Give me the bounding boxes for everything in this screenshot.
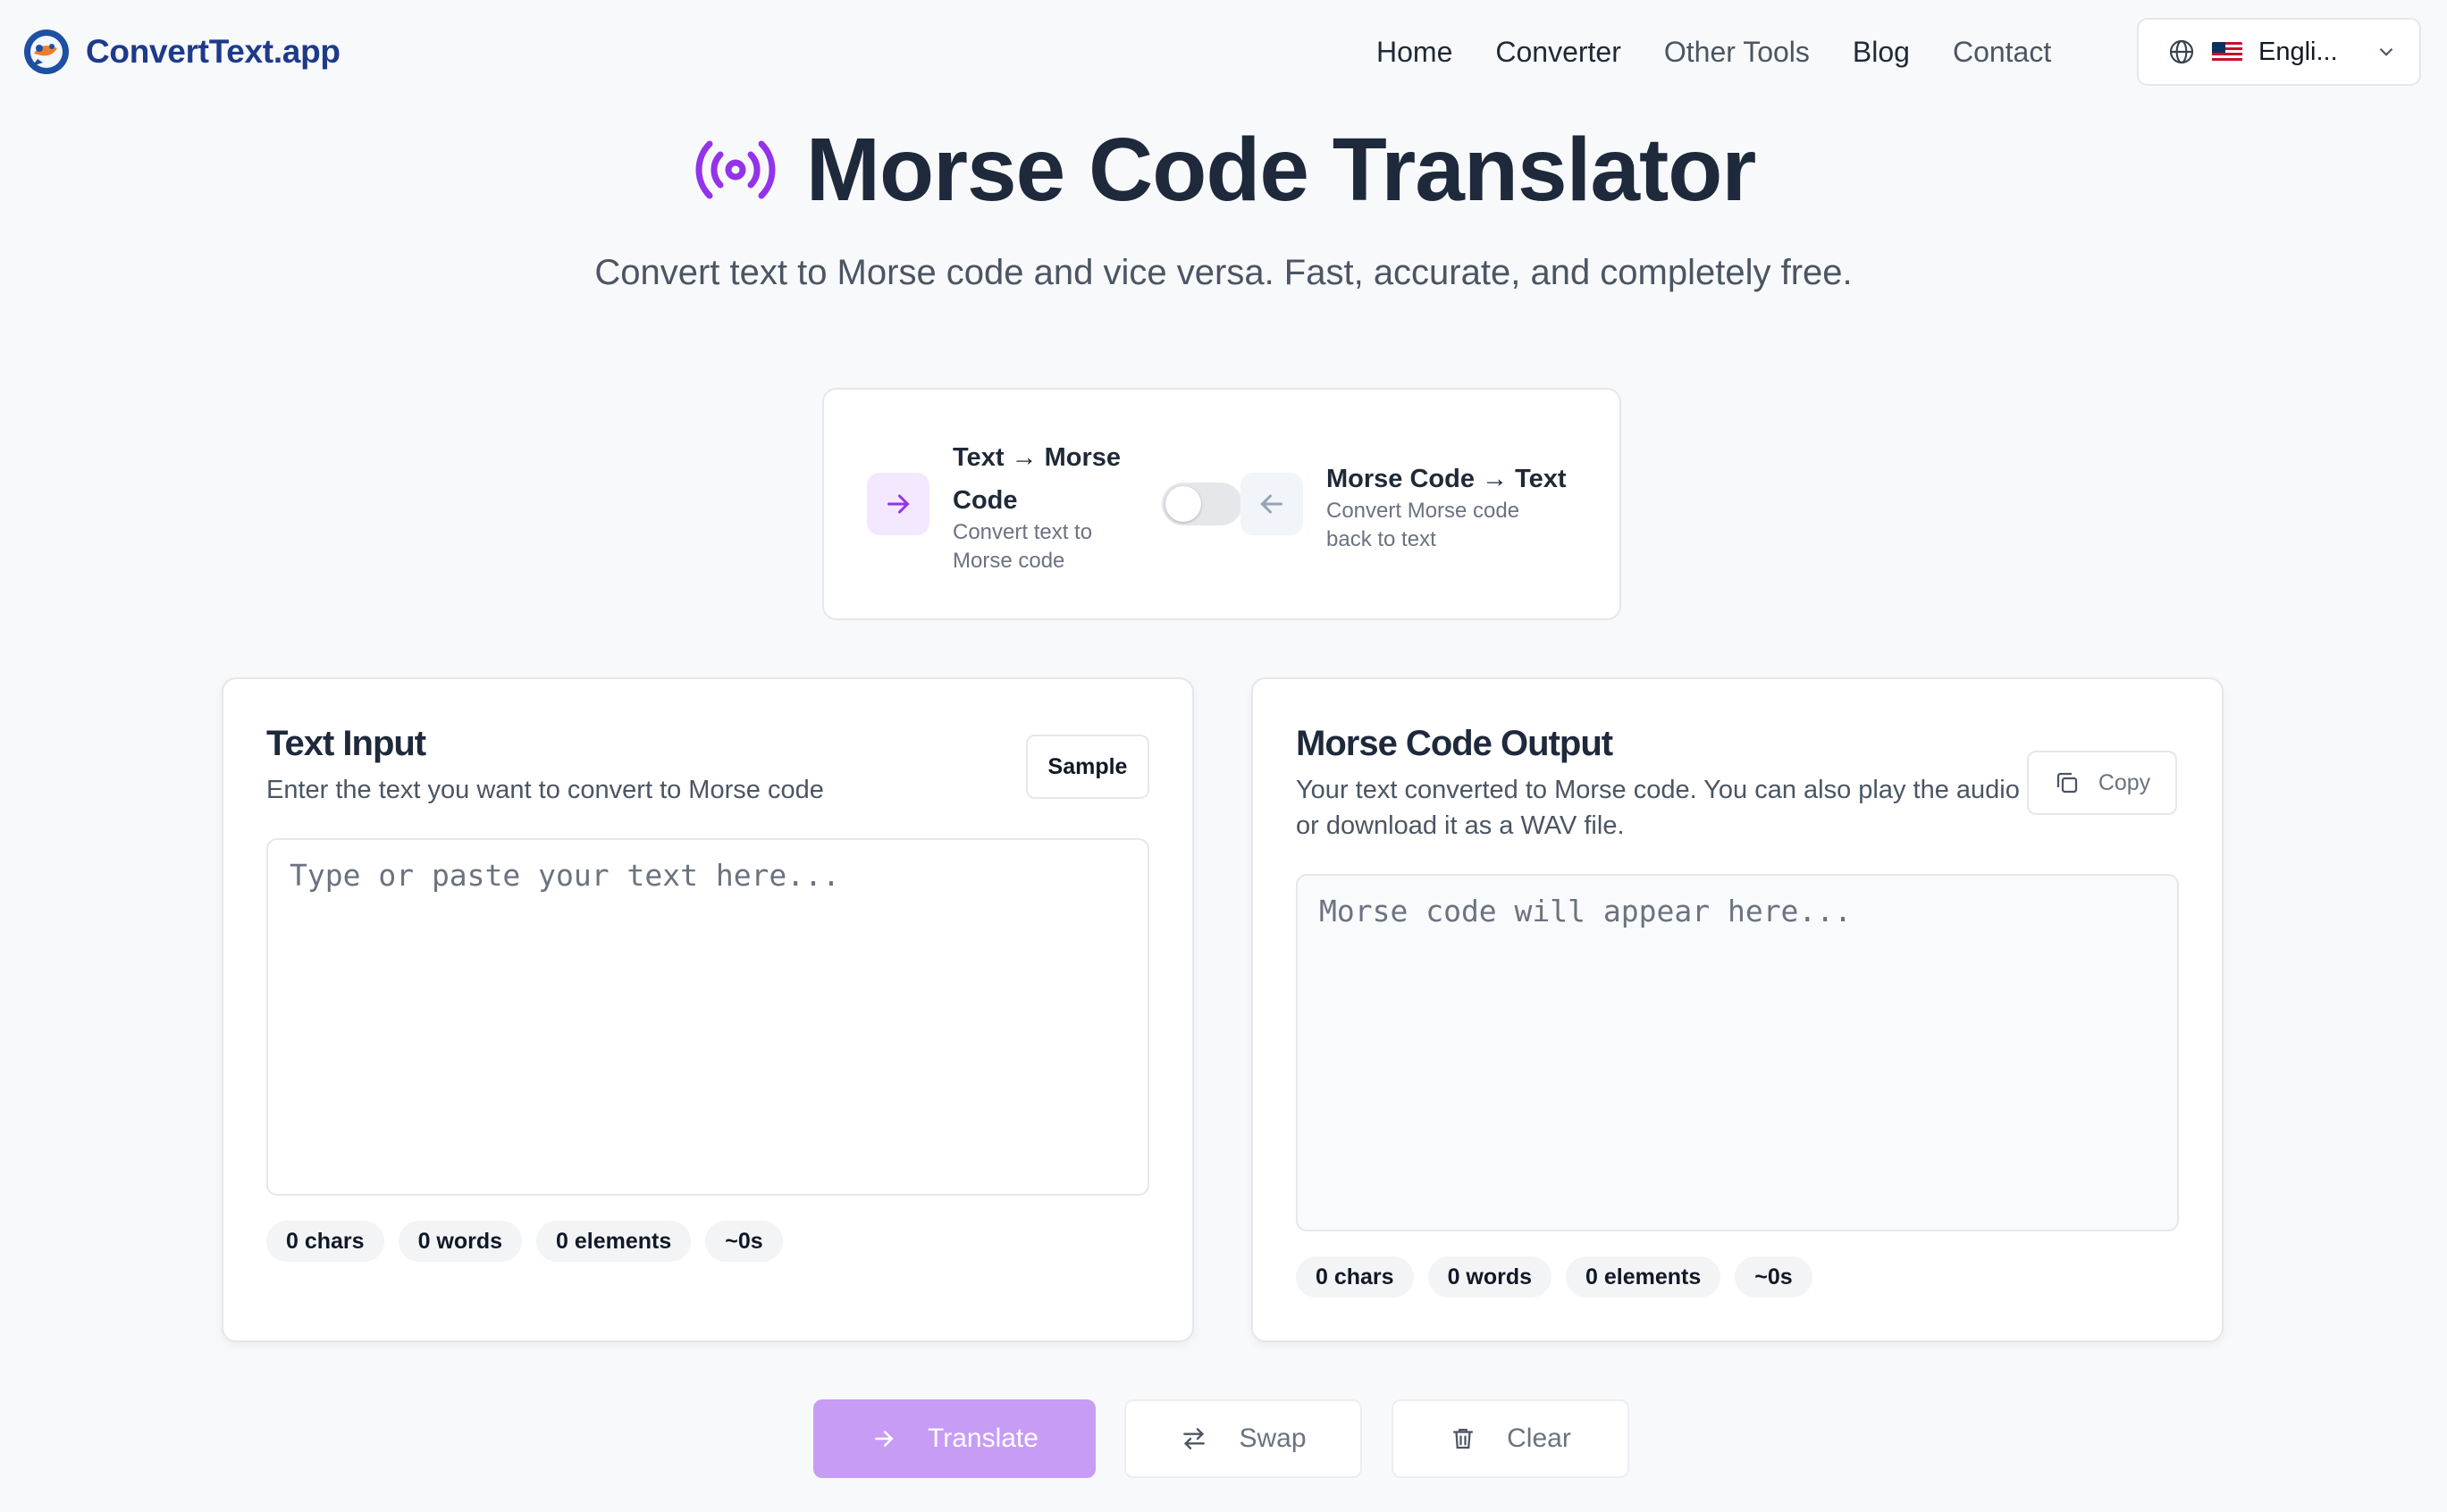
arrow-right-icon [875,1431,894,1447]
language-label: Engli... [2258,37,2338,66]
clear-label: Clear [1507,1424,1571,1453]
chevron-down-icon [2379,47,2393,56]
input-duration: ~0s [705,1221,783,1262]
brand-name: ConvertText.app [86,33,341,70]
swap-label: Swap [1239,1424,1307,1453]
nav-link-home[interactable]: Home [1376,36,1452,69]
top-navigation: ConvertText.app Home Converter Other Too… [0,0,2447,104]
output-element-count: 0 elements [1566,1256,1721,1298]
text-to-morse-title-line1: Text → Morse [953,443,1122,472]
toggle-knob [1165,486,1201,522]
output-stats: 0 chars 0 words 0 elements ~0s [1296,1256,1812,1298]
us-flag-icon [2212,42,2242,62]
mode-selector-card: Text → Morse Code Convert text to Morse … [822,388,1621,620]
output-char-count: 0 chars [1296,1256,1414,1298]
nav-link-blog[interactable]: Blog [1853,36,1910,69]
direction-toggle[interactable] [1162,483,1242,525]
sample-button[interactable]: Sample [1026,735,1149,799]
copy-label: Copy [2098,769,2151,795]
morse-to-text-title: Morse Code → Text [1326,465,1567,493]
input-element-count: 0 elements [536,1221,692,1262]
page-title: Morse Code Translator [805,120,1757,220]
morse-to-text-desc-line2: back to text [1326,527,1436,551]
output-word-count: 0 words [1427,1256,1552,1298]
nav-link-other-tools[interactable]: Other Tools [1664,36,1810,69]
text-to-morse-desc-line1: Convert text to [953,520,1093,544]
copy-button[interactable]: Copy [2027,751,2177,815]
swap-icon [1183,1428,1206,1449]
arrow-right-icon [887,494,910,514]
input-char-count: 0 chars [266,1221,384,1262]
page-subtitle: Convert text to Morse code and vice vers… [594,253,1853,292]
trash-icon [1453,1428,1474,1449]
morse-to-text-desc-line1: Convert Morse code [1326,499,1520,523]
output-description-line1: Your text converted to Morse code. You c… [1296,776,2020,804]
text-input-field[interactable] [266,838,1149,1196]
morse-output-panel: Morse Code Output Your text converted to… [1251,677,2224,1342]
input-panel-description: Enter the text you want to convert to Mo… [266,776,824,804]
translate-button[interactable]: Translate [813,1399,1096,1478]
output-description-line2: or download it as a WAV file. [1296,811,1625,840]
input-word-count: 0 words [398,1221,523,1262]
text-input-panel: Text Input Enter the text you want to co… [222,677,1194,1342]
language-selector[interactable]: Engli... [2137,18,2421,86]
copy-icon [2056,772,2077,794]
output-duration: ~0s [1735,1256,1812,1298]
input-stats: 0 chars 0 words 0 elements ~0s [266,1221,783,1262]
output-panel-description: Your text converted to Morse code. You c… [1296,772,2020,844]
broadcast-icon [695,140,776,199]
output-panel-title: Morse Code Output [1296,724,1613,763]
text-to-morse-title-line2: Code [953,486,1018,515]
text-to-morse-desc-line2: Morse code [953,549,1065,573]
nav-links: Home Converter Other Tools Blog Contact [1376,27,2094,77]
logo-icon [24,29,69,74]
swap-button[interactable]: Swap [1124,1399,1362,1478]
nav-link-converter[interactable]: Converter [1495,36,1621,69]
translate-label: Translate [928,1424,1039,1453]
nav-link-contact[interactable]: Contact [1953,36,2051,69]
globe-icon [2169,39,2194,64]
morse-output-field[interactable] [1296,874,2179,1231]
text-to-morse-option[interactable] [867,473,929,535]
morse-to-text-option[interactable] [1240,473,1303,535]
brand-link[interactable]: ConvertText.app [21,25,341,79]
input-panel-title: Text Input [266,724,426,763]
clear-button[interactable]: Clear [1392,1399,1629,1478]
arrow-left-icon [1260,494,1282,514]
hero-header: Morse Code Translator [0,125,2447,214]
